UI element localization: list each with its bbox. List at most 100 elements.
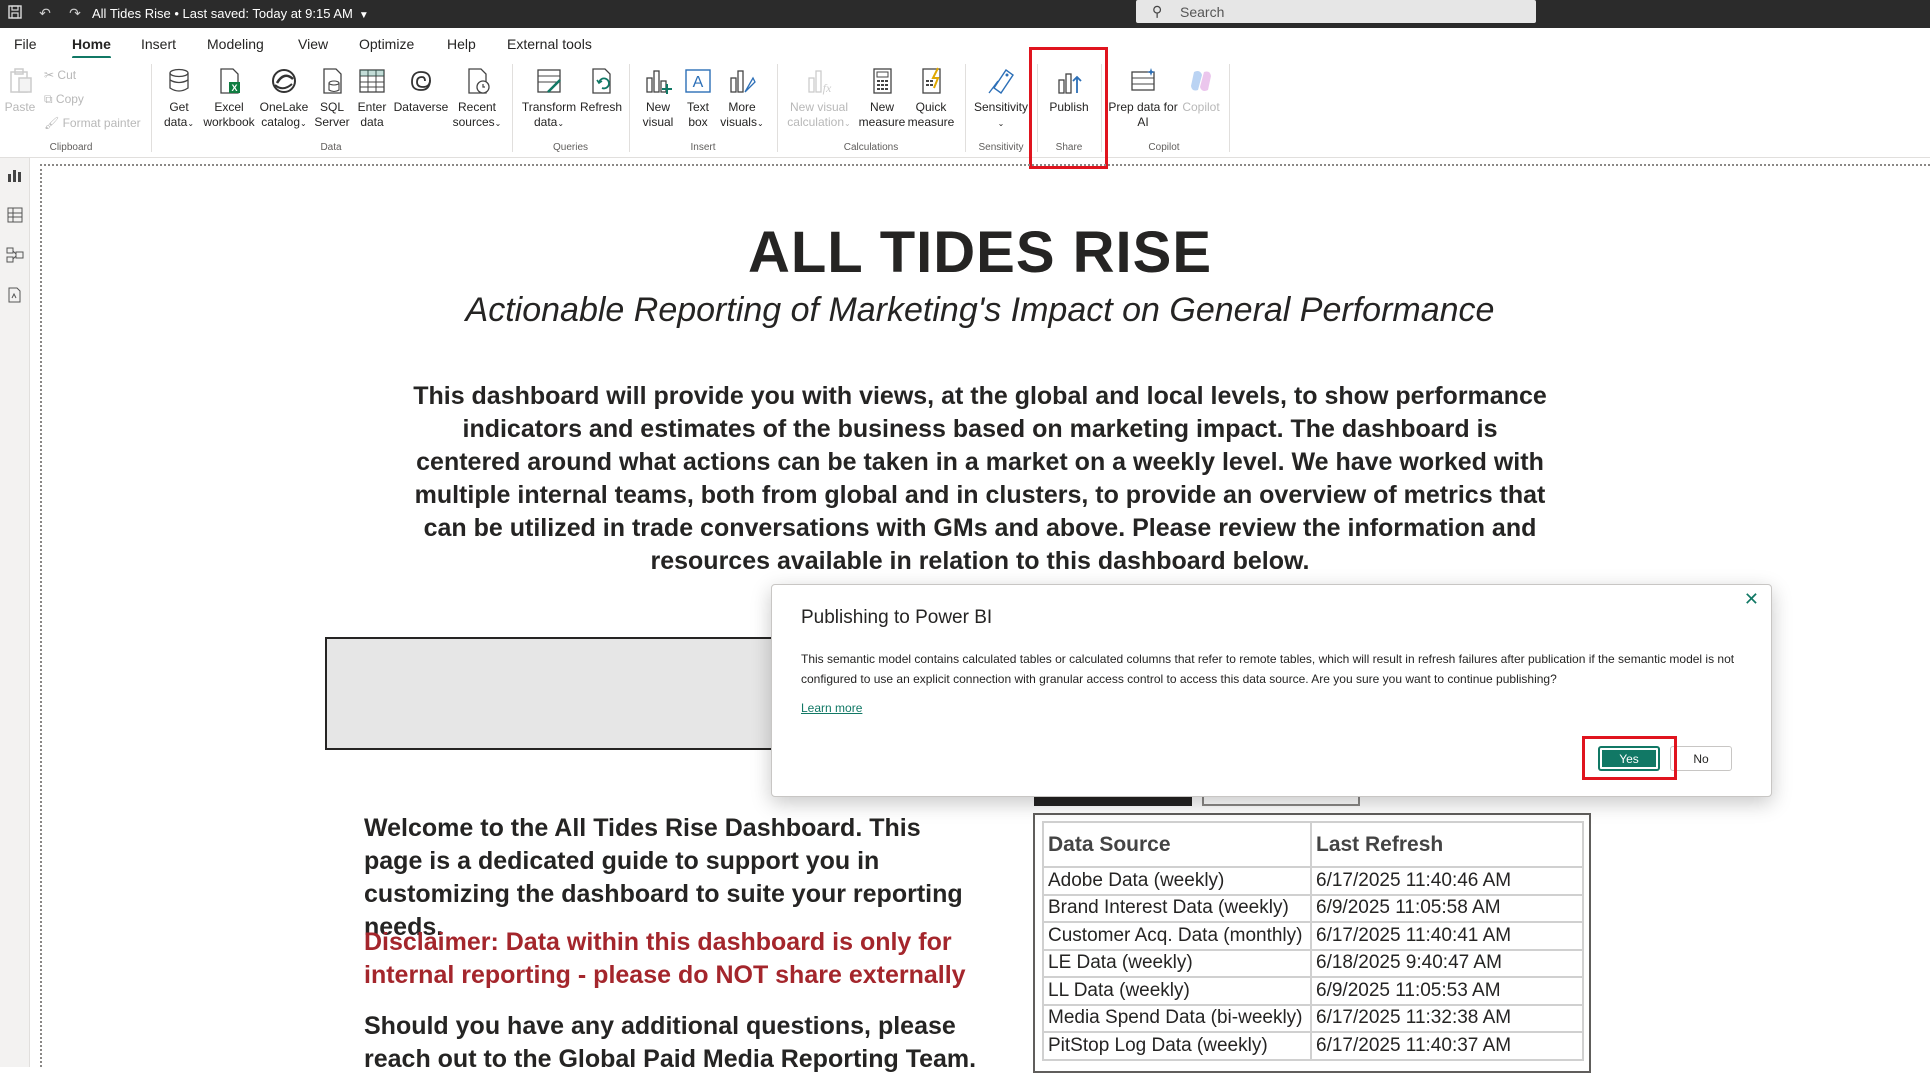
group-label-copilot: Copilot: [1148, 142, 1180, 153]
prep-label-2: AI: [1137, 115, 1149, 129]
tab-optimize[interactable]: Optimize: [359, 36, 414, 52]
table-row: Media Spend Data (bi-weekly) 6/17/2025 11…: [1042, 1003, 1584, 1033]
sensitivity-label-icon: [986, 66, 1016, 96]
onelake-catalog-button[interactable]: OneLake catalog⌄: [258, 66, 310, 131]
quick-measure-label-1: Quick: [915, 100, 947, 114]
new-visual-button[interactable]: New visual: [640, 66, 676, 130]
enter-data-button[interactable]: Enter data: [354, 66, 390, 130]
sensitivity-button[interactable]: Sensitivity ⌄: [972, 66, 1030, 131]
table-cell: 6/17/2025 11:32:38 AM: [1310, 1003, 1584, 1033]
new-measure-label-1: New: [869, 100, 894, 114]
column-header-last-refresh[interactable]: Last Refresh: [1310, 821, 1584, 868]
get-data-button[interactable]: Get data⌄: [158, 66, 200, 131]
sql-label-2: Server: [314, 115, 350, 129]
group-label-insert: Insert: [690, 142, 716, 153]
group-label-clipboard: Clipboard: [49, 142, 93, 153]
chevron-down-icon: ⌄: [494, 119, 502, 128]
new-visual-calculation-button[interactable]: fx New visual calculation⌄: [784, 66, 854, 131]
recent-label-1: Recent: [457, 100, 497, 114]
quick-measure-button[interactable]: Quick measure: [906, 66, 956, 130]
table-cell: 6/17/2025 11:40:41 AM: [1310, 921, 1584, 951]
recent-sources-button[interactable]: Recent sources⌄: [452, 66, 502, 131]
prep-label-1: Prep data for: [1108, 100, 1178, 114]
new-measure-button[interactable]: New measure: [858, 66, 906, 130]
column-header-data-source[interactable]: Data Source: [1042, 821, 1312, 868]
new-visual-label-1: New: [645, 100, 670, 114]
quick-measure-label-2: measure: [907, 115, 955, 129]
table-cell: LL Data (weekly): [1042, 976, 1312, 1006]
get-data-label-2: data: [163, 115, 188, 129]
transform-label-2: data: [533, 115, 558, 129]
document-title[interactable]: All Tides Rise • Last saved: Today at 9:…: [92, 6, 369, 21]
tab-external-tools[interactable]: External tools: [507, 36, 592, 52]
excel-workbook-button[interactable]: X Excel workbook: [202, 66, 256, 130]
text-box-button[interactable]: A Text box: [680, 66, 716, 130]
sql-label-1: SQL: [319, 100, 344, 114]
paste-label: Paste: [4, 100, 36, 114]
text-box-label-1: Text: [686, 100, 709, 114]
copy-button[interactable]: ⧉ Copy: [44, 92, 84, 107]
search-input[interactable]: ⚲ Search: [1136, 0, 1536, 23]
tab-view[interactable]: View: [298, 36, 328, 52]
svg-text:X: X: [231, 83, 237, 93]
sql-server-button[interactable]: SQL Server: [314, 66, 350, 130]
save-icon[interactable]: [6, 4, 24, 22]
quick-measure-icon: [916, 66, 946, 96]
dataverse-button[interactable]: Dataverse: [392, 66, 450, 115]
group-label-calculations: Calculations: [843, 142, 899, 153]
new-visual-label-2: visual: [642, 115, 674, 129]
table-cell: Brand Interest Data (weekly): [1042, 893, 1312, 923]
chevron-down-icon: ⌄: [844, 119, 851, 128]
close-icon[interactable]: ✕: [1744, 589, 1759, 610]
report-subtitle: Actionable Reporting of Marketing's Impa…: [465, 291, 1495, 329]
learn-more-link[interactable]: Learn more: [801, 701, 862, 715]
refresh-table-visual[interactable]: Data Source Last Refresh Adobe Data (wee…: [1033, 813, 1591, 1073]
group-label-sensitivity: Sensitivity: [978, 142, 1024, 153]
tab-file[interactable]: File: [14, 36, 37, 52]
recent-label-2: sources: [452, 115, 495, 129]
no-button[interactable]: No: [1670, 746, 1732, 771]
table-cell: Customer Acq. Data (monthly): [1042, 921, 1312, 951]
transform-data-button[interactable]: Transform data⌄: [520, 66, 578, 131]
more-visuals-button[interactable]: More visuals⌄: [718, 66, 766, 131]
tab-modeling[interactable]: Modeling: [207, 36, 264, 52]
prep-data-icon: [1128, 66, 1158, 96]
transform-data-icon: [534, 66, 564, 96]
tab-insert[interactable]: Insert: [141, 36, 176, 52]
table-cell: PitStop Log Data (weekly): [1042, 1031, 1312, 1061]
new-visual-calc-label-2: calculation: [787, 115, 844, 129]
group-separator: [965, 64, 966, 152]
cut-label: Cut: [57, 68, 77, 82]
table-row: Brand Interest Data (weekly) 6/9/2025 11:…: [1042, 893, 1584, 923]
table-cell: 6/9/2025 11:05:53 AM: [1310, 976, 1584, 1006]
chevron-down-icon: ⌄: [756, 119, 764, 128]
onelake-icon: [269, 66, 299, 96]
refresh-button[interactable]: Refresh: [580, 66, 622, 115]
copilot-button[interactable]: Copilot: [1178, 66, 1224, 115]
table-cell: Adobe Data (weekly): [1042, 866, 1312, 896]
prep-data-for-ai-button[interactable]: Prep data for AI: [1108, 66, 1178, 130]
database-icon: [164, 66, 194, 96]
chevron-down-icon[interactable]: ▼: [359, 10, 369, 21]
enter-data-label-2: data: [360, 115, 384, 129]
cut-button[interactable]: ✂ Cut: [44, 68, 76, 82]
svg-text:fx: fx: [823, 81, 832, 95]
chevron-down-icon: ⌄: [187, 119, 195, 128]
calculator-icon: [867, 66, 897, 96]
redo-icon[interactable]: ↷: [66, 4, 84, 22]
table-cell: Media Spend Data (bi-weekly): [1042, 1003, 1312, 1033]
tab-help[interactable]: Help: [447, 36, 476, 52]
format-painter-button[interactable]: 🖌 Format painter: [44, 116, 141, 130]
paste-button[interactable]: Paste: [4, 66, 36, 115]
format-painter-label: Format painter: [62, 116, 141, 130]
get-data-label-1: Get: [169, 100, 189, 114]
navigation-button-placeholder[interactable]: [325, 637, 785, 750]
publish-highlight-box: [1029, 47, 1108, 169]
tab-home[interactable]: Home: [72, 36, 111, 59]
undo-icon[interactable]: ↶: [36, 4, 54, 22]
table-cell: 6/17/2025 11:40:46 AM: [1310, 866, 1584, 896]
cut-icon: ✂: [44, 68, 55, 82]
report-view-icon[interactable]: [6, 166, 24, 184]
group-separator: [1229, 64, 1230, 152]
table-row: Customer Acq. Data (monthly) 6/17/2025 11…: [1042, 921, 1584, 951]
